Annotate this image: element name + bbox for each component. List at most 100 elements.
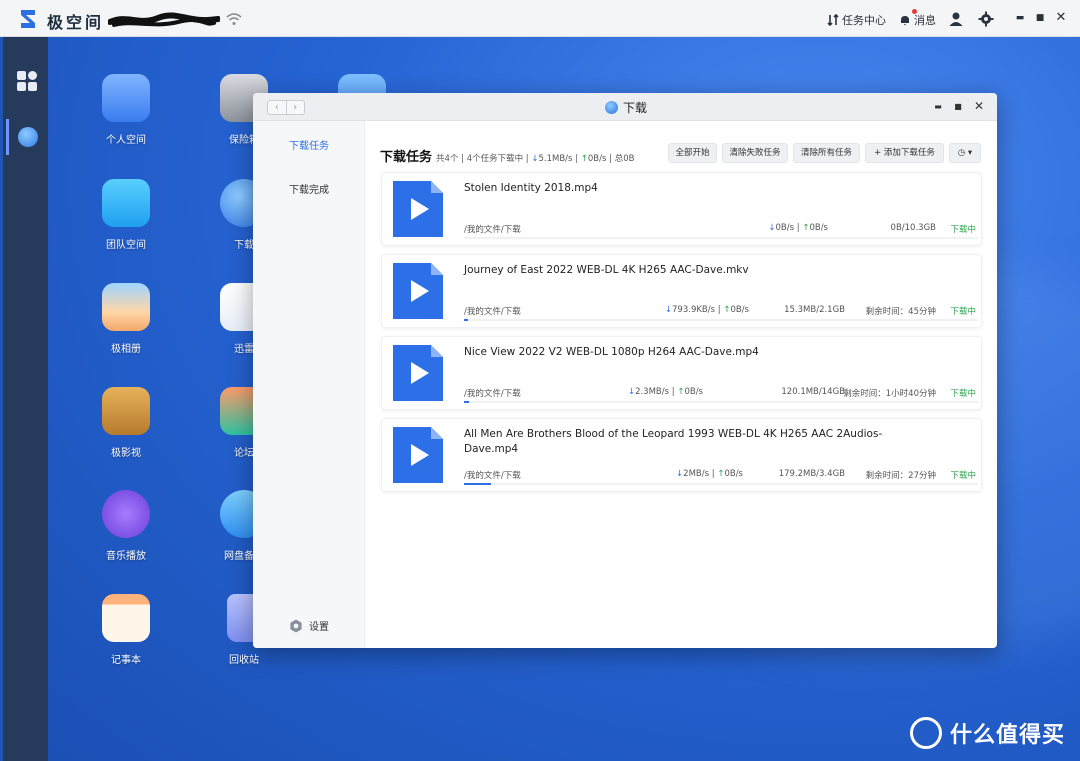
settings-label: 设置 xyxy=(309,622,329,633)
video-file-icon xyxy=(393,181,443,237)
sidebar-item-download-tasks[interactable]: 下载任务 xyxy=(289,137,329,152)
task-center-label: 任务中心 xyxy=(842,14,886,27)
task-progress-bar xyxy=(464,401,469,403)
watermark-text: 什么值得买 xyxy=(950,723,1066,748)
add-download-task-button[interactable]: + 添加下载任务 xyxy=(865,143,944,163)
window-maximize-button[interactable]: ■ xyxy=(951,102,965,111)
window-minimize-button[interactable]: ▬ xyxy=(931,102,945,111)
task-speed: ↓2MB/s | ↑0B/s xyxy=(676,469,743,479)
desktop-icon-music[interactable]: 音乐播放 xyxy=(86,490,166,562)
forward-button[interactable]: › xyxy=(287,101,305,114)
task-path[interactable]: /我的文件/下载 xyxy=(464,469,521,481)
task-status: 下载中 xyxy=(950,307,976,317)
sidebar-item-download-complete[interactable]: 下载完成 xyxy=(289,181,329,196)
video-file-icon xyxy=(393,427,443,483)
window-sidebar: 下载任务 下载完成 设置 xyxy=(253,121,365,648)
task-card[interactable]: Stolen Identity 2018.mp4/我的文件/下载 ↓0B/s | … xyxy=(381,172,982,246)
desktop-icon-team-space[interactable]: 团队空间 xyxy=(86,179,166,251)
task-filename: Nice View 2022 V2 WEB-DL 1080p H264 AAC-… xyxy=(464,346,759,358)
clear-failed-button[interactable]: 清除失败任务 xyxy=(722,143,788,163)
task-card[interactable]: Journey of East 2022 WEB-DL 4K H265 AAC-… xyxy=(381,254,982,328)
user-icon[interactable] xyxy=(948,11,964,27)
apps-grid-icon[interactable] xyxy=(16,70,38,92)
window-titlebar[interactable]: ‹ › 下载 ▬ ■ ✕ xyxy=(253,93,997,121)
zspace-logo-icon xyxy=(21,10,35,28)
messages-button[interactable]: 消息 xyxy=(899,12,936,28)
task-size: 15.3MB/2.1GB xyxy=(784,305,845,315)
watermark-logo-icon xyxy=(910,717,942,749)
task-speed: ↓793.9KB/s | ↑0B/s xyxy=(664,305,749,315)
desktop-icon-notes[interactable]: 记事本 xyxy=(86,594,166,666)
task-remaining-time: 剩余时间：45分钟 xyxy=(865,307,936,317)
start-all-button[interactable]: 全部开始 xyxy=(668,143,717,163)
task-remaining-time: 剩余时间：27分钟 xyxy=(865,471,936,481)
redacted-scribble xyxy=(108,12,220,27)
folder-icon xyxy=(102,74,150,122)
sidebar-settings[interactable]: 设置 xyxy=(289,618,329,633)
globe-icon xyxy=(605,101,618,114)
task-card[interactable]: Nice View 2022 V2 WEB-DL 1080p H264 AAC-… xyxy=(381,336,982,410)
task-progress-track xyxy=(464,237,978,239)
task-speed: ↓2.3MB/s | ↑0B/s xyxy=(627,387,703,397)
task-progress-track xyxy=(464,483,978,485)
tasks-summary: 共4个 | 4个任务下载中 | ↓5.1MB/s | ↑0B/s | 总0B xyxy=(436,154,635,164)
video-app-icon xyxy=(102,387,150,435)
team-folder-icon xyxy=(102,179,150,227)
wifi-icon xyxy=(226,13,242,25)
task-filename: All Men Are Brothers Blood of the Leopar… xyxy=(464,428,883,455)
window-close-button[interactable]: ✕ xyxy=(972,99,986,113)
task-size: 120.1MB/14GB xyxy=(781,387,845,397)
task-center-icon xyxy=(827,14,839,26)
task-path[interactable]: /我的文件/下载 xyxy=(464,223,521,235)
desktop-icon-photos[interactable]: 极相册 xyxy=(86,283,166,355)
system-topbar: 极空间 任务中心 消息 ▬ ■ ✕ xyxy=(0,0,1080,37)
task-speed: ↓0B/s | ↑0B/s xyxy=(768,223,828,233)
photos-icon xyxy=(102,283,150,331)
music-icon xyxy=(102,490,150,538)
system-maximize-button[interactable]: ■ xyxy=(1032,13,1048,23)
task-progress-track xyxy=(464,401,978,403)
task-filename: Journey of East 2022 WEB-DL 4K H265 AAC-… xyxy=(464,264,749,276)
clear-all-button[interactable]: 清除所有任务 xyxy=(793,143,860,163)
task-progress-bar xyxy=(464,319,468,321)
task-path[interactable]: /我的文件/下载 xyxy=(464,387,521,399)
settings-gear-icon[interactable] xyxy=(978,11,994,27)
download-main: 下载任务 共4个 | 4个任务下载中 | ↓5.1MB/s | ↑0B/s | … xyxy=(365,121,997,648)
desktop-icon-video[interactable]: 极影视 xyxy=(86,387,166,459)
back-button[interactable]: ‹ xyxy=(268,101,287,114)
task-status: 下载中 xyxy=(950,471,976,481)
tasks-header: 下载任务 共4个 | 4个任务下载中 | ↓5.1MB/s | ↑0B/s | … xyxy=(380,146,634,165)
task-filename: Stolen Identity 2018.mp4 xyxy=(464,182,598,194)
notes-icon xyxy=(102,594,150,642)
bell-icon xyxy=(901,16,909,26)
desktop-icon-personal-space[interactable]: 个人空间 xyxy=(86,74,166,146)
task-remaining-time: 剩余时间：1小时40分钟 xyxy=(843,389,936,399)
messages-label: 消息 xyxy=(914,14,936,27)
gear-icon xyxy=(290,619,302,632)
more-options-button[interactable]: ◷ ▾ xyxy=(949,143,981,163)
nav-buttons: ‹ › xyxy=(267,100,305,115)
dock-active-indicator xyxy=(6,119,9,155)
task-status: 下载中 xyxy=(950,389,976,399)
video-file-icon xyxy=(393,345,443,401)
brand-name: 极空间 xyxy=(47,13,105,32)
left-dock xyxy=(3,37,48,761)
task-size: 0B/10.3GB xyxy=(890,223,936,233)
task-status: 下载中 xyxy=(950,225,976,235)
watermark: 什么值得买 xyxy=(910,717,1065,749)
system-close-button[interactable]: ✕ xyxy=(1053,10,1069,25)
task-progress-bar xyxy=(464,483,491,485)
task-progress-track xyxy=(464,319,978,321)
window-title: 下载 xyxy=(605,99,647,116)
task-center-button[interactable]: 任务中心 xyxy=(827,12,886,28)
notification-dot xyxy=(912,9,917,14)
download-window: ‹ › 下载 ▬ ■ ✕ 下载任务 下载完成 设置 下载任务 共4个 | 4个任… xyxy=(253,93,997,648)
task-card[interactable]: All Men Are Brothers Blood of the Leopar… xyxy=(381,418,982,492)
task-path[interactable]: /我的文件/下载 xyxy=(464,305,521,317)
task-size: 179.2MB/3.4GB xyxy=(778,469,845,479)
window-title-label: 下载 xyxy=(623,101,648,115)
download-app-dock-icon[interactable] xyxy=(18,127,38,147)
system-minimize-button[interactable]: ▬ xyxy=(1012,13,1028,23)
tasks-title: 下载任务 xyxy=(380,150,433,165)
video-file-icon xyxy=(393,263,443,319)
